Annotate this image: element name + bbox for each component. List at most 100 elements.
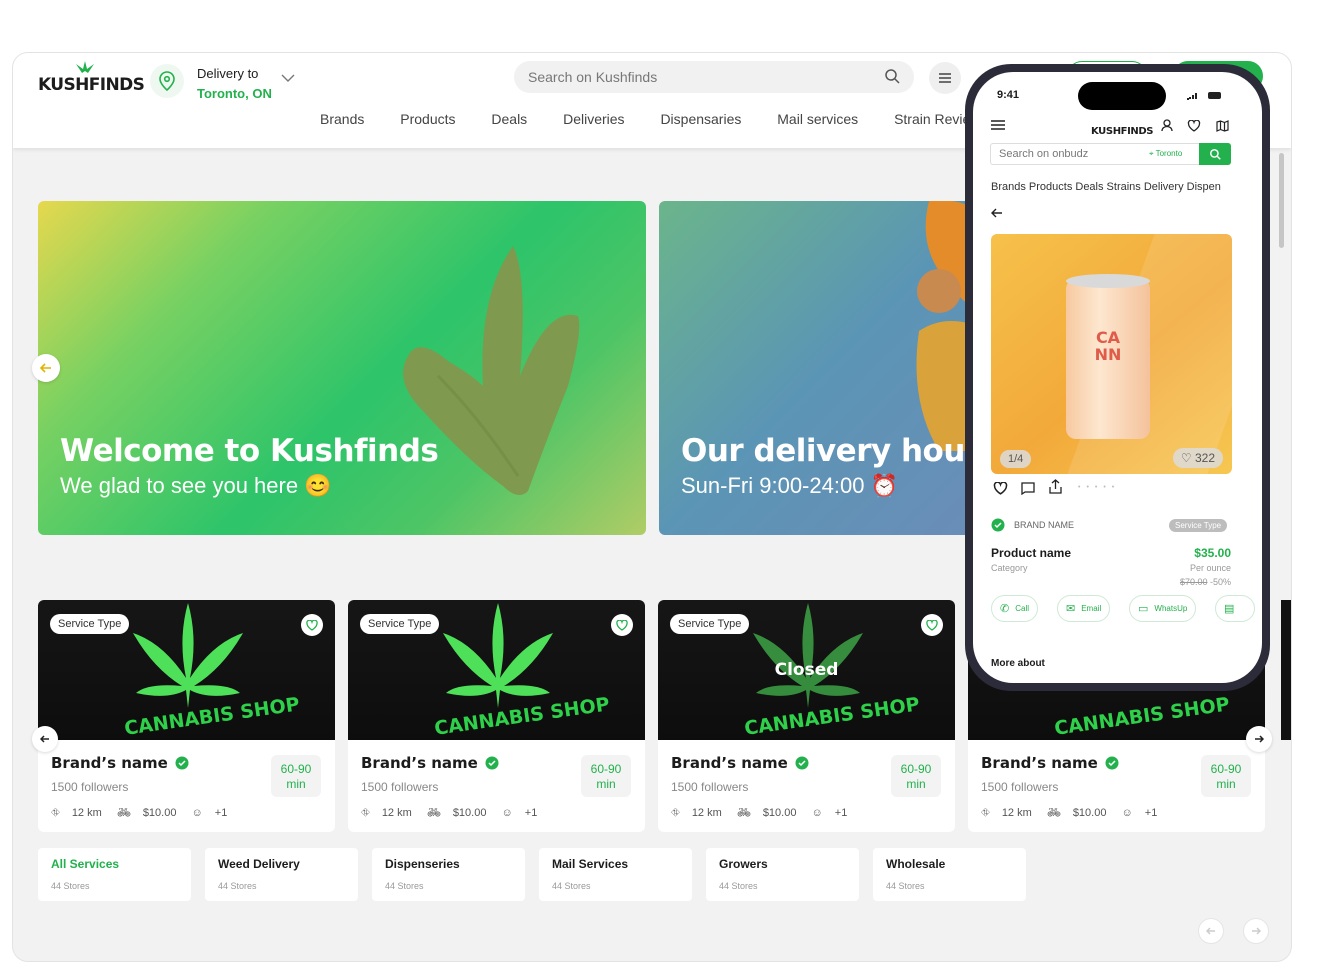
nav-strain-reviews[interactable]: Strain Revie — [894, 111, 970, 127]
category-name: Wholesale — [886, 857, 946, 871]
nav-deals[interactable]: Deals — [491, 111, 527, 127]
welcome-banner[interactable]: Welcome to Kushfinds We glad to see you … — [38, 201, 646, 535]
scrollbar[interactable] — [1279, 153, 1284, 248]
brand-name-text: Brand’s name — [981, 754, 1098, 772]
service-type-badge: Service Type — [670, 614, 750, 634]
search-input[interactable]: Search on Kushfinds — [514, 61, 914, 93]
phone-brand-name[interactable]: BRAND NAME — [1014, 520, 1074, 530]
heart-icon — [306, 619, 318, 631]
brand-name-text: Brand’s name — [361, 754, 478, 772]
verified-icon — [991, 518, 1005, 532]
store-card[interactable]: Service Type CANNABIS SHOP Brand’s name … — [348, 600, 645, 832]
phone-location[interactable]: ⌖ Toronto — [1149, 149, 1182, 159]
phone-search-input[interactable]: Search on onbudz ⌖ Toronto — [990, 143, 1231, 165]
cards-next-button[interactable] — [1246, 726, 1272, 752]
delivery-fee: $10.00 — [762, 807, 797, 819]
category-count: 44 Stores — [51, 881, 90, 891]
menu-icon[interactable] — [929, 62, 961, 94]
product-image[interactable]: CA NN 1/4 ♡ 322 — [991, 234, 1232, 474]
followers-count: 1500 followers — [981, 780, 1059, 794]
category-growers[interactable]: Growers 44 Stores — [706, 848, 859, 901]
page-next-button[interactable] — [1243, 918, 1269, 944]
nav-dispensaries[interactable]: Dispensaries — [660, 111, 741, 127]
smile-icon: ☺ — [811, 807, 823, 819]
nav-deliveries[interactable]: Deliveries — [563, 111, 624, 127]
can-lid — [1066, 274, 1150, 288]
whatsapp-button[interactable]: ▭ WhatsUp — [1129, 595, 1197, 622]
email-label: Email — [1081, 604, 1102, 613]
nav-brands[interactable]: Brands — [320, 111, 364, 127]
delivery-location[interactable]: Delivery to Toronto, ON — [197, 64, 272, 104]
share-icon[interactable] — [1049, 479, 1062, 494]
distance-icon: ⛗ — [671, 807, 680, 819]
phone-location-text: Toronto — [1155, 149, 1183, 158]
distance: 12 km — [381, 807, 412, 819]
chat-icon: ▭ — [1138, 603, 1149, 615]
map-icon[interactable] — [1216, 120, 1229, 132]
verified-icon — [795, 756, 809, 770]
favorite-button[interactable] — [611, 614, 633, 636]
likes-badge[interactable]: ♡ 322 — [1172, 448, 1223, 468]
arrow-left-icon — [40, 363, 51, 373]
product-category: Category — [991, 563, 1028, 573]
store-card[interactable]: Service Type Closed CANNABIS SHOP Brand’… — [658, 600, 955, 832]
chevron-down-icon[interactable] — [281, 74, 295, 83]
logo-text: KUSHFINDS — [38, 75, 145, 95]
search-icon[interactable] — [885, 69, 900, 84]
category-mail-services[interactable]: Mail Services 44 Stores — [539, 848, 692, 901]
bike-icon: 🚲︎ — [426, 807, 441, 819]
banner-prev-button[interactable] — [32, 354, 60, 382]
delivery-hours-banner[interactable]: Our delivery hours Sun-Fri 9:00-24:00 ⏰ — [659, 201, 989, 535]
arrow-right-icon — [1255, 735, 1264, 743]
delivery-time-badge: 60-90 min — [581, 755, 631, 797]
heart-outline-icon[interactable] — [993, 482, 1008, 495]
followers-count: 1500 followers — [51, 780, 129, 794]
cannabis-leaf-icon — [443, 603, 553, 708]
location-pin-icon[interactable] — [150, 64, 184, 98]
followers-count: 1500 followers — [361, 780, 439, 794]
search-placeholder: Search on Kushfinds — [528, 69, 658, 85]
cannabis-leaf-icon — [753, 603, 863, 708]
back-arrow-icon[interactable] — [991, 208, 1003, 218]
category-count: 44 Stores — [552, 881, 591, 891]
product-name: Product name — [991, 546, 1072, 560]
next-card-peek — [1281, 600, 1291, 740]
email-button[interactable]: ✉ Email — [1057, 595, 1111, 622]
signal-icon — [1187, 92, 1221, 100]
store-meta: ⛗ 12 km 🚲︎ $10.00 ☺ +1 — [981, 806, 1169, 820]
phone-logo[interactable]: KUSHFINDS — [1091, 126, 1153, 137]
cards-prev-button[interactable] — [32, 726, 58, 752]
category-wholesale[interactable]: Wholesale 44 Stores — [873, 848, 1026, 901]
followers-count: 1500 followers — [671, 780, 749, 794]
nav-products[interactable]: Products — [400, 111, 455, 127]
comment-icon[interactable] — [1021, 482, 1035, 495]
store-meta: ⛗ 12 km 🚲︎ $10.00 ☺ +1 — [361, 806, 549, 820]
can-label: CA NN — [1094, 328, 1122, 364]
distance: 12 km — [71, 807, 102, 819]
brand-name: Brand’s name — [671, 754, 809, 772]
heart-icon[interactable] — [1187, 120, 1201, 132]
call-button[interactable]: ✆ Call — [991, 595, 1038, 622]
phone-service-type: Service Type — [1169, 519, 1228, 532]
status-time: 9:41 — [997, 89, 1020, 101]
hamburger-icon[interactable] — [991, 120, 1005, 130]
category-all-services[interactable]: All Services 44 Stores — [38, 848, 191, 901]
nav-mail-services[interactable]: Mail services — [777, 111, 858, 127]
price-unit: Per ounce — [1189, 563, 1231, 573]
store-card[interactable]: Service Type CANNABIS SHOP Brand’s name … — [38, 600, 335, 832]
more-about-heading: More about — [991, 658, 1045, 669]
bike-icon: 🚲︎ — [736, 807, 751, 819]
banner-title: Welcome to Kushfinds — [60, 433, 439, 469]
favorite-button[interactable] — [301, 614, 323, 636]
user-icon[interactable] — [1161, 119, 1173, 132]
phone-search-button[interactable] — [1199, 143, 1231, 165]
logo[interactable]: KUSHFINDS — [38, 61, 145, 95]
message-button[interactable]: ▤ — [1215, 595, 1255, 622]
category-dispenseries[interactable]: Dispenseries 44 Stores — [372, 848, 525, 901]
favorite-button[interactable] — [921, 614, 943, 636]
phone-icon: ✆ — [1000, 603, 1010, 615]
category-weed-delivery[interactable]: Weed Delivery 44 Stores — [205, 848, 358, 901]
phone-nav[interactable]: Brands Products Deals Strains Delivery D… — [991, 181, 1221, 193]
page-prev-button[interactable] — [1198, 918, 1224, 944]
carousel-dots: ••••• — [1078, 484, 1121, 491]
